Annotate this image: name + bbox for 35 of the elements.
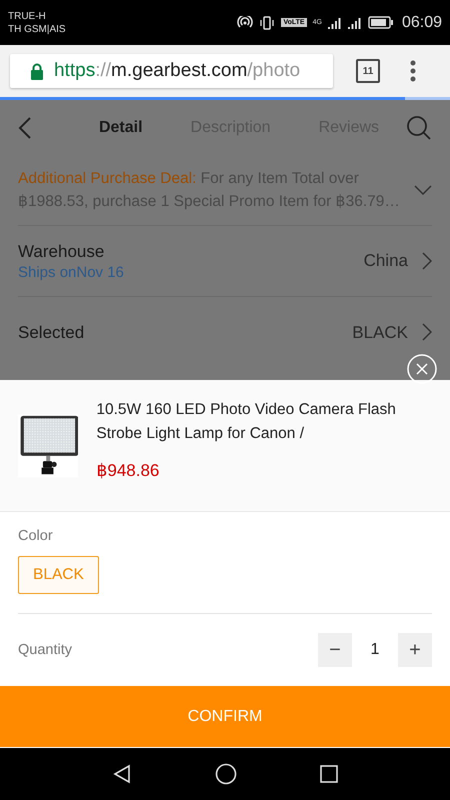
selected-label: Selected (18, 323, 86, 343)
chevron-right-icon[interactable] (422, 323, 432, 341)
tab-count-button[interactable]: 11 (356, 59, 380, 83)
color-label: Color (18, 528, 53, 544)
carrier-name: TRUE-H (8, 10, 47, 22)
carrier-name: TH GSM|AIS (8, 24, 66, 34)
color-option[interactable]: BLACK (18, 556, 99, 594)
chevron-down-icon[interactable] (414, 185, 432, 195)
product-price: ฿948.86 (96, 460, 160, 481)
address-bar[interactable]: https://m.gearbest.com/photo (10, 54, 333, 88)
signal-icon (328, 16, 342, 30)
chevron-right-icon[interactable] (422, 252, 432, 270)
signal-icon (348, 16, 362, 30)
search-icon[interactable] (406, 114, 432, 140)
lock-icon (30, 62, 44, 80)
warehouse-label: Warehouse (18, 242, 106, 262)
tab[interactable]: Detail (98, 118, 143, 136)
increase-button[interactable]: + (398, 633, 432, 667)
decrease-button[interactable]: − (318, 633, 352, 667)
recents-icon[interactable] (320, 765, 338, 783)
more-options-icon[interactable] (410, 60, 416, 82)
quantity-value[interactable]: 1 (352, 641, 398, 659)
confirm-button[interactable]: CONFIRM (0, 686, 450, 747)
battery-icon (368, 16, 394, 29)
quantity-label: Quantity (18, 642, 73, 658)
ship-date: Ships onNov 16 (18, 264, 125, 280)
warehouse-value[interactable]: China (364, 251, 408, 271)
url-text: https://m.gearbest.com/photo (54, 60, 300, 82)
hotspot-icon (237, 16, 254, 30)
vibrate-icon (259, 14, 276, 30)
home-icon[interactable] (214, 763, 237, 785)
selected-value[interactable]: BLACK (352, 323, 408, 343)
product-title: 10.5W 160 LED Photo Video Camera Flash Strobe Light Lamp for Canon / (96, 400, 397, 444)
clock-time: 06:09 (402, 14, 442, 32)
back-icon[interactable] (112, 764, 132, 784)
